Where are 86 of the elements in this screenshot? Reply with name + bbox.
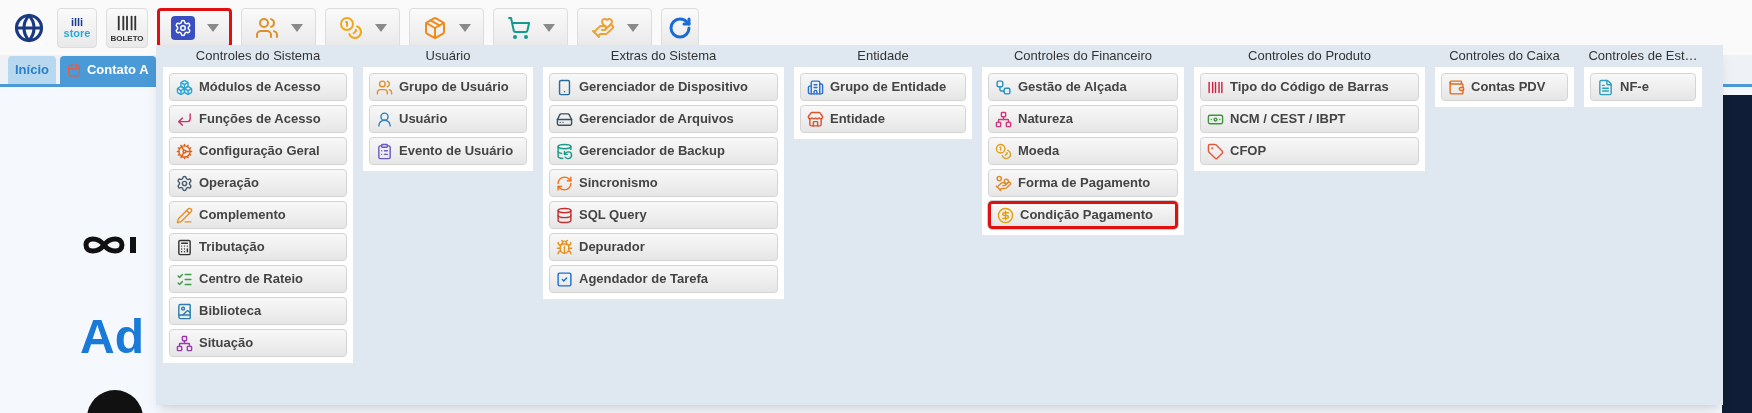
database-icon: [556, 206, 573, 224]
store-icon: [807, 110, 824, 128]
gear-icon: [173, 18, 192, 37]
sync-icon: [556, 174, 573, 192]
pencil-icon: [176, 206, 193, 224]
menu-item[interactable]: Condição Pagamento: [988, 201, 1178, 229]
menu-item[interactable]: Entidade: [800, 105, 966, 133]
menu-item[interactable]: Situação: [169, 329, 347, 357]
menu-item[interactable]: Gerenciador de Dispositivo: [549, 73, 778, 101]
menu-item[interactable]: Módulos de Acesso: [169, 73, 347, 101]
column-heading: Extras do Sistema: [610, 47, 717, 66]
menu-item[interactable]: Natureza: [988, 105, 1178, 133]
column-heading: Controles do Financeiro: [1014, 47, 1152, 66]
menu-item[interactable]: Depurador: [549, 233, 778, 261]
menu-item[interactable]: SQL Query: [549, 201, 778, 229]
store-button[interactable]: illi store: [57, 7, 97, 48]
hands-icon: [590, 15, 615, 40]
caret-icon: [458, 23, 471, 32]
menu-item[interactable]: CFOP: [1200, 137, 1419, 165]
menu-item[interactable]: Forma de Pagamento: [988, 169, 1178, 197]
menu-item[interactable]: Agendador de Tarefa: [549, 265, 778, 293]
menu-item[interactable]: Centro de Rateio: [169, 265, 347, 293]
menu-item[interactable]: Configuração Geral: [169, 137, 347, 165]
checkbox-icon: [556, 270, 573, 288]
column-heading: Entidade: [857, 47, 909, 66]
coins-icon: [338, 15, 363, 40]
menu-item[interactable]: Evento de Usuário: [369, 137, 527, 165]
menu-item[interactable]: Grupo de Usuário: [369, 73, 527, 101]
database-icon: [556, 142, 573, 160]
wallet-icon: [1448, 78, 1465, 96]
globe-logo-icon[interactable]: [14, 12, 44, 43]
caret-icon: [206, 23, 219, 32]
coins-icon: [995, 142, 1012, 160]
box-icon: [422, 15, 447, 40]
hierarchy-icon: [995, 110, 1012, 128]
column-heading: Usuário: [425, 47, 471, 66]
calculator-icon: [176, 238, 193, 256]
users-icon: [254, 15, 279, 40]
caret-icon: [542, 23, 555, 32]
calendar-icon: [66, 63, 81, 77]
boxes-icon: [176, 78, 193, 96]
bug-icon: [556, 238, 573, 256]
menu-item[interactable]: NCM / CEST / IBPT: [1200, 105, 1419, 133]
return-arrow-icon: [176, 110, 193, 128]
menu-item[interactable]: Gerenciador de Arquivos: [549, 105, 778, 133]
picture-book-icon: [176, 302, 193, 320]
caret-icon: [626, 23, 639, 32]
menu-item[interactable]: Usuário: [369, 105, 527, 133]
menu-button[interactable]: [157, 7, 232, 48]
menu-item[interactable]: Tipo do Código de Barras: [1200, 73, 1419, 101]
circle-logo-icon: [85, 388, 145, 413]
hard-drive-icon: [556, 110, 573, 128]
caret-icon: [290, 23, 303, 32]
boleto-button[interactable]: BOLETO: [106, 7, 148, 48]
phone-icon: [556, 78, 573, 96]
menu-item[interactable]: Contas PDV: [1441, 73, 1568, 101]
menu-item[interactable]: NF-e: [1590, 73, 1696, 101]
list-icon: [376, 142, 393, 160]
users-icon: [376, 78, 393, 96]
caret-icon: [374, 23, 387, 32]
menu-item[interactable]: Operação: [169, 169, 347, 197]
menu-item[interactable]: Complemento: [169, 201, 347, 229]
cart-icon: [506, 15, 531, 40]
menu-item[interactable]: Funções de Acesso: [169, 105, 347, 133]
hand-coins-icon: [995, 174, 1012, 192]
menu-item[interactable]: Gestão de Alçada: [988, 73, 1178, 101]
coin-icon: [997, 206, 1014, 224]
column-heading: Controles do Sistema: [195, 47, 321, 66]
column-heading: Controles do Produto: [1248, 47, 1371, 66]
tag-icon: [1207, 142, 1224, 160]
refresh-button[interactable]: [661, 7, 699, 48]
page-heading: Ad: [80, 313, 144, 361]
menu-item[interactable]: Tributação: [169, 233, 347, 261]
menu-item[interactable]: Gerenciador de Backup: [549, 137, 778, 165]
gear-icon: [176, 174, 193, 192]
user-icon: [376, 110, 393, 128]
building-icon: [807, 78, 824, 96]
menu-item[interactable]: Grupo de Entidade: [800, 73, 966, 101]
menu-item[interactable]: Biblioteca: [169, 297, 347, 325]
sync-arrow-icon: [668, 15, 692, 40]
column-heading: Controles de Est…: [1588, 47, 1698, 66]
document-icon: [1597, 78, 1614, 96]
workflow-icon: [995, 78, 1012, 96]
menu-item[interactable]: Moeda: [988, 137, 1178, 165]
menu-item[interactable]: Sincronismo: [549, 169, 778, 197]
column-heading: Controles do Caixa: [1449, 47, 1560, 66]
